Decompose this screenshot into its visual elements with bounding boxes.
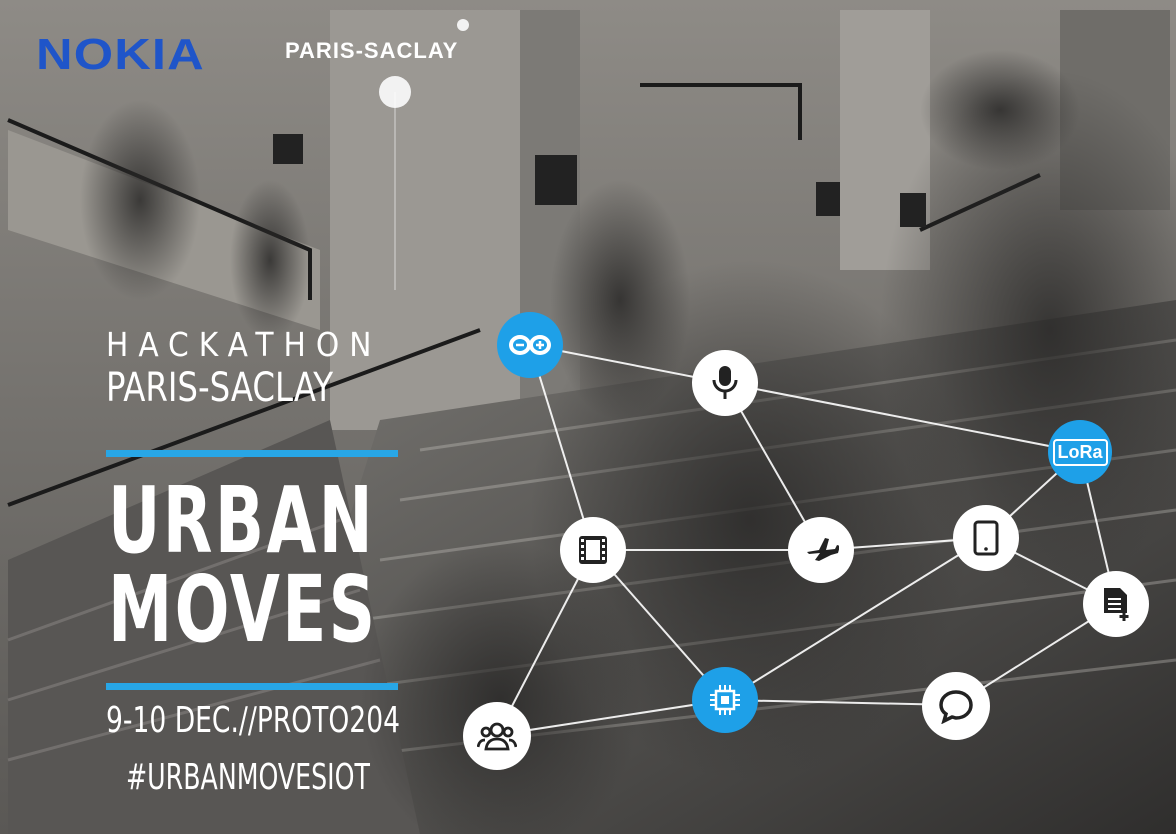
event-dates: 9-10 DEC.//PROTO204 (106, 700, 400, 741)
airplane-icon (788, 517, 854, 583)
paris-saclay-logo: PARIS-SACLAY (285, 38, 459, 63)
film-icon (560, 517, 626, 583)
document-add-icon (1083, 571, 1149, 637)
chip-icon (692, 667, 758, 733)
users-icon (463, 702, 531, 770)
event-title-line2: MOVES (108, 556, 378, 663)
nokia-logo: NOKIA (36, 30, 205, 79)
tablet-icon (953, 505, 1019, 571)
event-type: HACKATHON (106, 325, 382, 364)
event-title-line1: URBAN (108, 467, 376, 574)
lora-logo: LoRa (1048, 420, 1112, 484)
chat-bubble-icon (922, 672, 990, 740)
event-hashtag: #URBANMOVESIOT (126, 757, 370, 798)
arduino-icon (497, 312, 563, 378)
accent-divider-top (106, 450, 398, 457)
poster: NOKIA PARIS-SACLAY HACKATHON PARIS-SACLA… (0, 0, 1176, 834)
microphone-icon (692, 350, 758, 416)
event-location: PARIS-SACLAY (106, 365, 334, 411)
accent-divider-bottom (106, 683, 398, 690)
